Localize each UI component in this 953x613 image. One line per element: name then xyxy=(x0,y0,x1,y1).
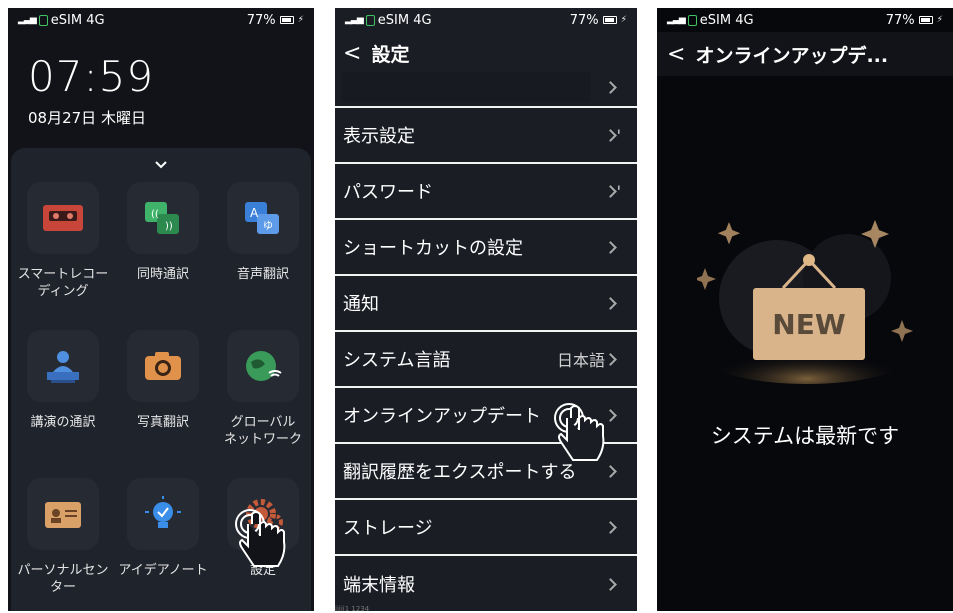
sim-icon xyxy=(687,14,697,26)
camera-icon xyxy=(145,352,181,380)
online-update-screen: ▂▃▅ eSIM 4G 77% ⚡ < オンラインアップデ... NEW システム… xyxy=(657,8,953,611)
app-label: アイデアノート xyxy=(118,563,208,578)
row-label: 表示設定 xyxy=(343,126,415,147)
date-text: 08月27日 木曜日 xyxy=(28,109,146,127)
new-sign-illustration: NEW xyxy=(697,220,913,384)
app-simultaneous-interpretation[interactable]: (()) 同時通訳 xyxy=(113,182,213,283)
chevron-right-icon xyxy=(604,128,617,142)
app-global-network[interactable]: グローバル ネットワーク xyxy=(213,330,313,448)
chevron-right-icon xyxy=(604,520,617,534)
settings-row-storage[interactable]: ストレージ xyxy=(335,500,637,556)
row-label: 翻訳履歴をエクスポートする xyxy=(343,462,577,483)
recorder-icon xyxy=(43,205,83,231)
app-lecture-interpretation[interactable]: 講演の通訳 xyxy=(13,330,113,431)
page-title: オンラインアップデ... xyxy=(695,44,889,67)
app-photo-translation[interactable]: 写真翻訳 xyxy=(113,330,213,431)
simultaneous-interpretation-icon: (()) xyxy=(145,202,179,234)
row-label: 通知 xyxy=(343,294,379,315)
new-label: NEW xyxy=(772,308,846,341)
row-label: ショートカットの設定 xyxy=(343,238,523,259)
svg-text:A: A xyxy=(250,206,259,220)
signal-icon: ▂▃▅ xyxy=(345,15,364,25)
app-label: 講演の通訳 xyxy=(30,415,96,430)
battery-icon xyxy=(279,16,294,24)
row-label: ストレージ xyxy=(343,518,433,539)
sim-icon xyxy=(365,14,375,26)
signal-icon: ▂▃▅ xyxy=(18,15,37,25)
status-bar: ▂▃▅ eSIM 4G 77% ⚡ xyxy=(657,8,953,32)
svg-text:ゆ: ゆ xyxy=(263,220,273,232)
svg-text:((: (( xyxy=(151,209,159,220)
app-label: スマートレコー ディング xyxy=(17,267,109,299)
charging-icon: ⚡ xyxy=(297,15,304,25)
app-smart-recording[interactable]: スマートレコー ディング xyxy=(13,182,113,300)
back-arrow-icon[interactable]: < xyxy=(343,41,361,66)
id-card-icon xyxy=(45,502,81,528)
settings-row-partial[interactable] xyxy=(335,68,637,108)
page-title: 設定 xyxy=(371,43,410,66)
clock: 07:59 xyxy=(28,52,155,101)
status-bar: ▂▃▅ eSIM 4G 77% ⚡ xyxy=(335,8,637,32)
footer-small-text: iiiii1 1234 xyxy=(335,605,370,613)
lecture-interpretation-icon xyxy=(47,351,79,383)
settings-row-language[interactable]: システム言語 日本語 xyxy=(335,332,637,388)
settings-row-display[interactable]: 表示設定 ' xyxy=(335,108,637,164)
carrier-text: eSIM 4G xyxy=(377,12,432,28)
settings-row-shortcut[interactable]: ショートカットの設定 xyxy=(335,220,637,276)
settings-list: 表示設定 ' パスワード ' ショートカットの設定 通知 システム言語 日本語 オンラ… xyxy=(335,72,637,611)
app-label: グローバル ネットワーク xyxy=(223,415,302,447)
row-label: 端末情報 xyxy=(343,575,415,596)
row-label: パスワード xyxy=(343,182,433,203)
row-value: 日本語 xyxy=(556,351,605,370)
app-label: 同時通訳 xyxy=(136,267,189,282)
battery-percent: 77% xyxy=(885,12,915,28)
settings-row-device-info[interactable]: 端末情報 xyxy=(335,556,637,611)
chevron-right-icon xyxy=(604,240,617,254)
charging-icon: ⚡ xyxy=(936,15,943,25)
header: < オンラインアップデ... xyxy=(657,32,953,76)
app-personal-center[interactable]: パーソナルセン ター xyxy=(13,478,113,596)
chevron-right-icon xyxy=(604,80,617,94)
settings-row-notification[interactable]: 通知 xyxy=(335,276,637,332)
status-message: システムは最新です xyxy=(710,424,900,448)
carrier-text: eSIM 4G xyxy=(699,12,754,28)
chevron-right-icon xyxy=(604,296,617,310)
status-bar: ▂▃▅ eSIM 4G 77% ⚡ xyxy=(8,8,314,32)
battery-percent: 77% xyxy=(246,12,276,28)
settings-row-password[interactable]: パスワード ' xyxy=(335,164,637,220)
carrier-text: eSIM 4G xyxy=(50,12,105,28)
globe-wifi-icon xyxy=(246,351,282,381)
settings-screen: ▂▃▅ eSIM 4G 77% ⚡ < 設定 表示設定 ' パスワード ' ショートカ… xyxy=(335,8,637,611)
chevron-right-icon xyxy=(604,352,617,366)
back-arrow-icon[interactable]: < xyxy=(667,42,685,67)
battery-percent: 77% xyxy=(569,12,599,28)
app-label: 写真翻訳 xyxy=(136,415,189,430)
lightbulb-icon xyxy=(145,496,181,528)
app-label: 音声翻訳 xyxy=(236,267,289,282)
app-voice-translation[interactable]: Aゆ 音声翻訳 xyxy=(213,182,313,283)
app-idea-note[interactable]: アイデアノート xyxy=(113,478,213,579)
signal-icon: ▂▃▅ xyxy=(667,15,686,25)
sim-icon xyxy=(38,14,48,26)
app-label: パーソナルセン ター xyxy=(17,563,109,595)
voice-translation-icon: Aゆ xyxy=(245,202,279,234)
chevron-right-icon xyxy=(604,577,617,591)
battery-icon xyxy=(918,16,933,24)
row-label: システム言語 xyxy=(343,350,451,371)
row-label: オンラインアップデート xyxy=(343,406,541,427)
chevron-down-icon[interactable] xyxy=(154,158,168,172)
tap-gesture-icon xyxy=(554,403,605,461)
charging-icon: ⚡ xyxy=(620,15,627,25)
home-screen: ▂▃▅ eSIM 4G 77% ⚡ 07:59 08月27日 木曜日 スマートレコ… xyxy=(8,8,314,611)
svg-text:)): )) xyxy=(165,221,173,232)
battery-icon xyxy=(602,16,617,24)
chevron-right-icon xyxy=(604,184,617,198)
tap-gesture-icon xyxy=(235,509,286,567)
